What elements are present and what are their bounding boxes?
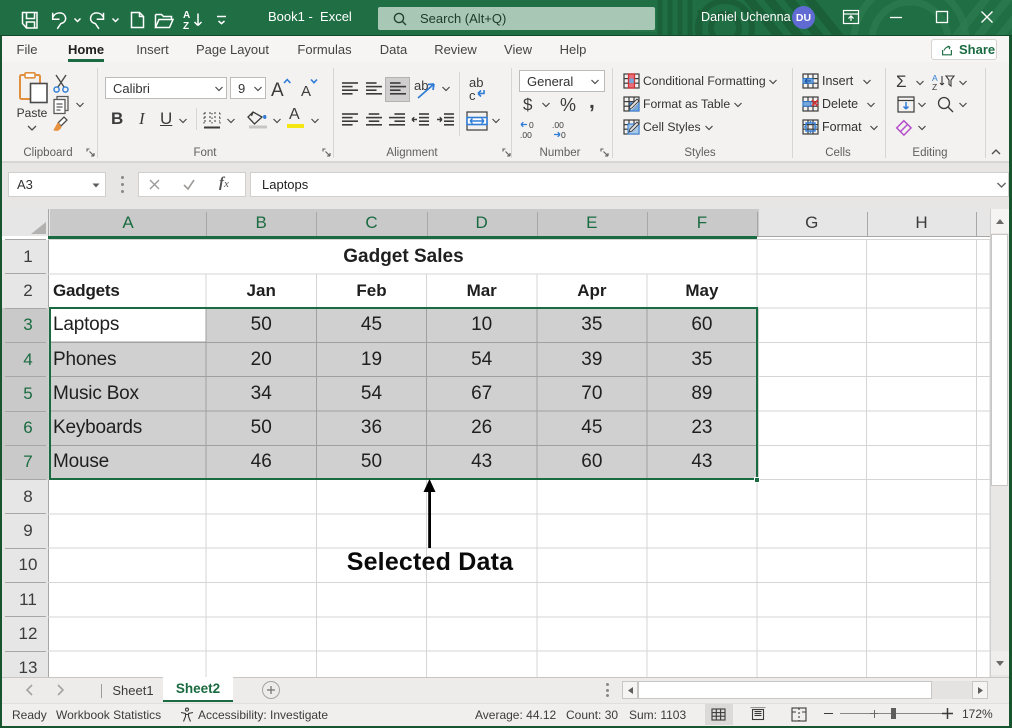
svg-text:A: A xyxy=(301,83,311,100)
svg-text:.00: .00 xyxy=(552,120,564,130)
svg-text:Z: Z xyxy=(932,82,937,91)
svg-text:.00: .00 xyxy=(520,130,532,140)
svg-text:0: 0 xyxy=(561,130,566,140)
svg-text:A: A xyxy=(183,10,190,21)
svg-text:Z: Z xyxy=(183,21,189,32)
svg-text:c: c xyxy=(469,88,476,102)
svg-text:A: A xyxy=(271,80,284,100)
svg-text:0: 0 xyxy=(529,120,534,130)
